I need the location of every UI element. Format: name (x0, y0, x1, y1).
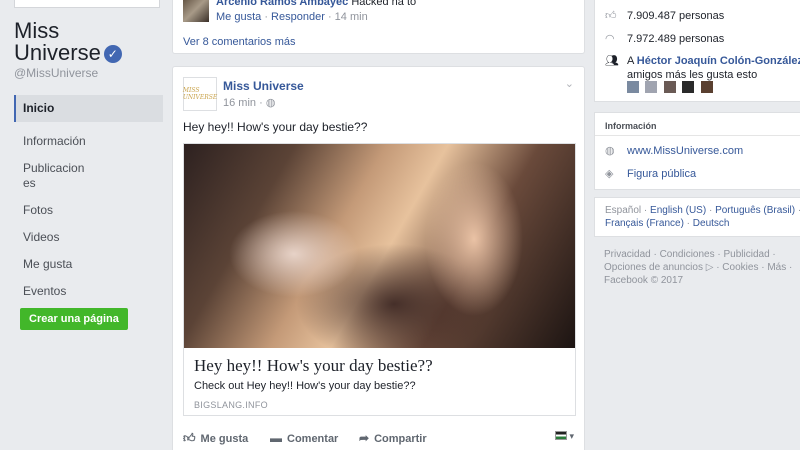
share-button[interactable]: ➦ Compartir (359, 431, 427, 445)
post-meta: 16 min · ◍ (223, 96, 275, 109)
website-link[interactable]: www.MissUniverse.com (627, 145, 743, 157)
friend-name-link[interactable]: Héctor Joaquín Colón-González (637, 55, 800, 67)
nav-item-informacion[interactable]: Información (14, 134, 163, 149)
language-link[interactable]: Português (Brasil) (715, 205, 795, 216)
share-arrow-icon: ➦ (359, 431, 370, 445)
website-row: ◍ www.MissUniverse.com (605, 144, 743, 157)
about-card: Información ◍ www.MissUniverse.com ◈ Figur… (594, 112, 800, 190)
page-nav: Inicio Información Publicacion es Fotos … (14, 95, 163, 299)
commenter-name-text[interactable]: Arcenio Ramos Ambayec (216, 0, 348, 8)
comment-reply-link[interactable]: Responder (271, 11, 325, 23)
friends-prefix: A (627, 55, 637, 67)
post-as-selector[interactable]: ▾ (554, 431, 574, 442)
link-preview-domain: BIGSLANG.INFO (194, 400, 268, 410)
separator-dot: · (683, 218, 693, 229)
category-link[interactable]: Figura pública (627, 168, 696, 180)
comment-time[interactable]: 14 min (335, 11, 368, 23)
language-card: Español · English (US) · Português (Bras… (594, 197, 800, 237)
commenter-avatar[interactable] (183, 0, 209, 22)
separator-dot: · (706, 205, 716, 216)
nav-item-inicio[interactable]: Inicio (14, 95, 163, 122)
language-link[interactable]: Français (France) (605, 218, 684, 229)
friend-avatar[interactable] (627, 81, 639, 93)
friends-icon: 👥︎ (605, 55, 619, 67)
page-title-line1: Miss (14, 18, 60, 43)
create-page-button[interactable]: Crear una página (20, 308, 128, 330)
nav-item-videos[interactable]: Videos (14, 230, 163, 245)
page-title-line2-text: Universe (14, 40, 101, 65)
link-preview-image[interactable] (184, 144, 575, 348)
nav-item-fotos[interactable]: Fotos (14, 203, 163, 218)
post-author-name[interactable]: Miss Universe (223, 79, 304, 93)
footer-links[interactable]: Privacidad · Condiciones · Publicidad · … (604, 248, 800, 287)
verified-badge-icon: ✓ (103, 45, 122, 63)
view-more-comments-link[interactable]: Ver 8 comentarios más (183, 36, 296, 48)
likes-count: 7.909.487 personas (627, 10, 725, 22)
comment-button-label: Comentar (287, 433, 339, 445)
link-preview-description: Check out Hey hey!! How's your day besti… (194, 380, 416, 392)
profile-picture-frame[interactable] (14, 0, 160, 8)
post-author-avatar[interactable]: MISS UNIVERSE (183, 77, 217, 111)
left-sidebar: Miss Universe ✓ @MissUniverse Inicio Info… (0, 0, 172, 450)
friend-avatars (627, 80, 715, 98)
thumbs-up-icon: 👍︎ (183, 431, 196, 445)
previous-post-card: Arcenio Ramos Ambayec Hacked ha to Me gu… (172, 0, 585, 54)
post-actions-bar: 👍︎ Me gusta ▬ Comentar ➦ Compartir ▾ (183, 429, 576, 449)
caret-down-icon: ▾ (569, 431, 574, 441)
rss-icon: ◠ (605, 33, 615, 45)
about-title[interactable]: Información (605, 121, 657, 131)
thumbs-up-icon: 👍︎ (605, 10, 617, 22)
followers-count: 7.972.489 personas (627, 33, 725, 45)
page-title-line2: Universe ✓ (14, 42, 122, 64)
separator-dot: · (327, 11, 335, 23)
nav-item-eventos[interactable]: Eventos (14, 284, 163, 299)
nav-item-publicaciones[interactable]: Publicacion es (14, 161, 163, 191)
divider (595, 135, 800, 136)
language-link[interactable]: Deutsch (693, 218, 730, 229)
globe-icon: ◍ (605, 145, 615, 157)
nav-item-me-gusta[interactable]: Me gusta (14, 257, 163, 272)
like-button-label: Me gusta (200, 433, 249, 445)
separator-dot: · (641, 205, 651, 216)
friend-avatar[interactable] (663, 81, 676, 93)
post-text: Hey hey!! How's your day bestie?? (183, 120, 368, 134)
page-title[interactable]: Miss Universe ✓ (14, 20, 122, 64)
globe-icon[interactable]: ◍ (266, 97, 276, 109)
friend-avatar[interactable] (700, 81, 713, 93)
current-language: Español (605, 205, 642, 216)
speech-bubble-icon: ▬ (270, 431, 282, 445)
flag-icon (554, 431, 567, 440)
share-button-label: Compartir (374, 433, 427, 445)
comment-actions: Me gusta · Responder · 14 min (216, 11, 368, 23)
commenter-name[interactable]: Arcenio Ramos Ambayec Hacked ha to (216, 0, 416, 8)
friend-avatar[interactable] (682, 81, 695, 93)
right-sidebar: 👍︎ 7.909.487 personas ◠ 7.972.489 personas… (594, 0, 800, 450)
link-preview[interactable]: Hey hey!! How's your day bestie?? Check … (183, 143, 576, 416)
link-preview-title[interactable]: Hey hey!! How's your day bestie?? (194, 356, 433, 376)
likes-count-row: 👍︎ 7.909.487 personas (605, 9, 724, 22)
friends-like-text: A Héctor Joaquín Colón-González y 1 amig… (627, 54, 800, 82)
tag-icon: ◈ (605, 168, 614, 180)
category-row: ◈ Figura pública (605, 167, 696, 180)
separator-dot: · (795, 205, 800, 216)
page-handle[interactable]: @MissUniverse (14, 66, 98, 80)
separator-dot: · (259, 97, 266, 109)
friend-avatar[interactable] (645, 81, 658, 93)
post-time[interactable]: 16 min (223, 97, 256, 109)
language-list: Español · English (US) · Português (Bras… (605, 204, 800, 230)
language-link[interactable]: English (US) (650, 205, 706, 216)
timeline: Arcenio Ramos Ambayec Hacked ha to Me gu… (172, 0, 585, 450)
followers-count-row: ◠ 7.972.489 personas (605, 32, 724, 45)
comment-like-link[interactable]: Me gusta (216, 11, 261, 23)
chevron-down-icon[interactable]: ⌄ (565, 77, 574, 90)
like-button[interactable]: 👍︎ Me gusta (183, 431, 248, 446)
post-card: MISS UNIVERSE Miss Universe 16 min · ◍ ⌄… (172, 66, 585, 450)
comment-button[interactable]: ▬ Comentar (270, 431, 338, 445)
comment-text: Hacked ha to (351, 0, 417, 8)
logo-text: MISS UNIVERSE (182, 87, 218, 101)
community-card: 👍︎ 7.909.487 personas ◠ 7.972.489 personas… (594, 0, 800, 102)
